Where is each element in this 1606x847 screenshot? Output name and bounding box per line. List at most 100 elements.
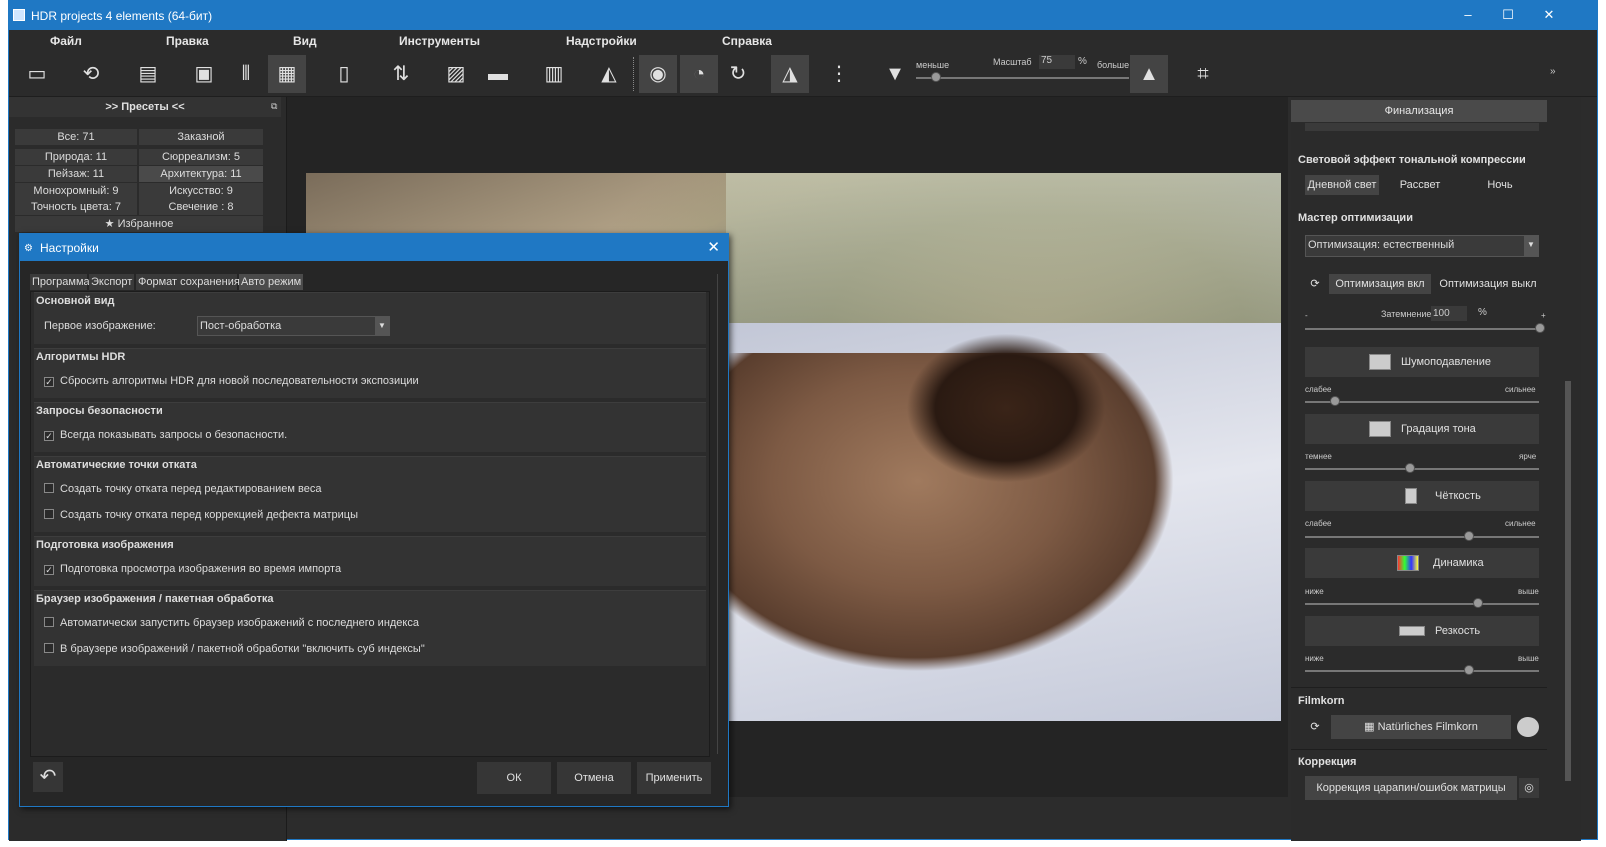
filmkorn-texture-icon[interactable] [1517, 717, 1539, 737]
new-file-icon[interactable]: ▭ [18, 55, 56, 93]
tone-daylight-button[interactable]: Дневной свет [1305, 175, 1379, 195]
scrollbar-thumb[interactable] [1565, 381, 1571, 781]
preset-nature[interactable]: Природа: 11 [15, 149, 137, 165]
sub-index-checkbox[interactable]: В браузере изображений / пакетной обрабо… [44, 643, 425, 655]
compare-icon[interactable]: ◔ [680, 55, 718, 93]
dialog-close-icon[interactable]: ✕ [707, 238, 720, 256]
preset-color-accuracy[interactable]: Точность цвета: 7 [15, 199, 137, 215]
save-icon[interactable]: ▯ [325, 55, 363, 93]
export-icon[interactable]: ⇅ [382, 55, 420, 93]
zoom-slider[interactable] [916, 77, 1129, 79]
tab-save-format[interactable]: Формат сохранения [136, 274, 240, 290]
dynamic-slider-knob[interactable] [1473, 598, 1484, 608]
dialog-scrollbar[interactable] [717, 274, 725, 754]
mirror-icon[interactable]: ◮ [771, 55, 809, 93]
sharpness-slider[interactable] [1305, 670, 1539, 672]
tone-night-button[interactable]: Ночь [1463, 175, 1537, 195]
sharpness-slider-knob[interactable] [1463, 665, 1474, 675]
first-image-select[interactable]: Пост-обработка ▼ [197, 316, 390, 336]
split-view-icon[interactable]: ⋮ [820, 55, 858, 93]
noise-slider-knob[interactable] [1330, 396, 1341, 406]
crop-icon[interactable]: ⌗ [1184, 55, 1222, 93]
noise-reduction-button[interactable]: Шумоподавление [1305, 347, 1539, 377]
reset-hdr-checkbox[interactable]: ✓ Сбросить алгоритмы HDR для новой послед… [44, 375, 419, 387]
tab-program[interactable]: Программа [30, 274, 90, 290]
clarity-slider[interactable] [1305, 536, 1539, 538]
zoom-value-field[interactable]: 75 [1039, 55, 1075, 69]
menu-tools[interactable]: Инструменты [399, 34, 480, 48]
clarity-slider-knob[interactable] [1463, 531, 1474, 541]
tone-dawn-button[interactable]: Рассвет [1383, 175, 1457, 195]
tools-icon[interactable]: ⫴ [227, 55, 265, 93]
preset-all[interactable]: Все: 71 [15, 129, 137, 145]
preview-eye-icon[interactable]: ◉ [639, 55, 677, 93]
document-icon[interactable]: ▨ [437, 55, 475, 93]
minimize-button[interactable]: – [1454, 5, 1482, 25]
dim-value-field[interactable]: 100 [1431, 306, 1467, 321]
collapsed-dropdown[interactable] [1305, 123, 1539, 131]
zoom-scale-label: Масштаб [993, 57, 1032, 67]
preset-art[interactable]: Искусство: 9 [139, 183, 263, 199]
dim-slider-knob[interactable] [1535, 323, 1545, 333]
preset-architecture[interactable]: Архитектура: 11 [139, 166, 263, 182]
tab-auto-mode[interactable]: Авто режим [239, 274, 303, 290]
history-icon[interactable]: ⟲ [72, 55, 110, 93]
maximize-button[interactable]: ☐ [1494, 5, 1522, 25]
preset-landscape[interactable]: Пейзаж: 11 [15, 166, 137, 182]
security-prompts-checkbox[interactable]: ✓ Всегда показывать запросы о безопасност… [44, 429, 287, 441]
preset-custom[interactable]: Заказной [139, 129, 263, 145]
restore-sensor-checkbox[interactable]: Создать точку отката перед коррекцией де… [44, 509, 358, 521]
restore-weight-checkbox[interactable]: Создать точку отката перед редактировани… [44, 483, 321, 495]
optimization-off-button[interactable]: Оптимизация выкл [1437, 274, 1539, 294]
optimization-select[interactable]: Оптимизация: естественный ▼ [1305, 235, 1539, 257]
noise-slider[interactable] [1305, 401, 1539, 403]
refresh-icon[interactable]: ⟳ [1305, 717, 1325, 737]
preset-favorites[interactable]: ★ Избранное [15, 216, 263, 232]
optimization-on-button[interactable]: Оптимизация вкл [1329, 274, 1431, 294]
filmkorn-button[interactable]: ▦ Natürliches Filmkorn [1331, 715, 1511, 739]
close-button[interactable]: ✕ [1535, 5, 1563, 25]
undock-icon[interactable]: ⧉ [271, 101, 277, 112]
ok-button[interactable]: ОК [477, 762, 551, 794]
dynamic-button[interactable]: Динамика [1305, 548, 1539, 578]
open-files-icon[interactable]: ▤ [129, 55, 167, 93]
menu-edit[interactable]: Правка [166, 34, 209, 48]
zoom-slider-knob[interactable] [931, 72, 941, 82]
tone-slider[interactable] [1305, 468, 1539, 470]
menu-file[interactable]: Файл [50, 34, 82, 48]
batch-icon[interactable]: ▬ [479, 55, 517, 93]
cancel-button[interactable]: Отмена [557, 762, 631, 794]
toolbar-overflow-icon[interactable]: » [1550, 66, 1556, 77]
tab-export[interactable]: Экспорт [89, 274, 134, 290]
preset-surrealism[interactable]: Сюрреализм: 5 [139, 149, 263, 165]
refresh-icon[interactable]: ⟳ [1305, 274, 1325, 294]
correction-settings-icon[interactable]: ◎ [1519, 778, 1539, 798]
menu-view[interactable]: Вид [293, 34, 317, 48]
correction-button[interactable]: Коррекция царапин/ошибок матрицы [1305, 776, 1517, 800]
zoom-out-icon[interactable]: ▼ [876, 55, 914, 93]
dynamic-slider[interactable] [1305, 603, 1539, 605]
presets-icon[interactable]: ▦ [268, 55, 306, 93]
info-icon[interactable]: ▥ [535, 55, 573, 93]
tone-gradation-button[interactable]: Градация тона [1305, 414, 1539, 444]
histogram-icon[interactable]: ◭ [590, 55, 628, 93]
rotate-icon[interactable]: ↻ [719, 55, 757, 93]
right-panel-scrollbar[interactable] [1564, 121, 1572, 821]
noise-label: Шумоподавление [1401, 356, 1491, 368]
sharpness-button[interactable]: Резкость [1305, 616, 1539, 646]
apply-button[interactable]: Применить [637, 762, 711, 794]
zoom-in-icon[interactable]: ▲ [1130, 55, 1168, 93]
undo-icon[interactable]: ↶ [33, 762, 63, 792]
finalize-header[interactable]: Финализация [1291, 100, 1547, 122]
menu-addons[interactable]: Надстройки [566, 34, 637, 48]
menu-help[interactable]: Справка [722, 34, 772, 48]
tone-slider-knob[interactable] [1405, 463, 1416, 473]
import-preview-checkbox[interactable]: ✓ Подготовка просмотра изображения во вре… [44, 563, 341, 575]
preset-glow[interactable]: Свечение : 8 [139, 199, 263, 215]
preset-monochrome[interactable]: Монохромный: 9 [15, 183, 137, 199]
dim-slider[interactable] [1305, 328, 1539, 330]
presets-header[interactable]: >> Пресеты << [9, 97, 281, 117]
clarity-button[interactable]: Чёткость [1305, 481, 1539, 511]
auto-browser-checkbox[interactable]: Автоматически запустить браузер изображе… [44, 617, 419, 629]
gallery-icon[interactable]: ▣ [185, 55, 223, 93]
